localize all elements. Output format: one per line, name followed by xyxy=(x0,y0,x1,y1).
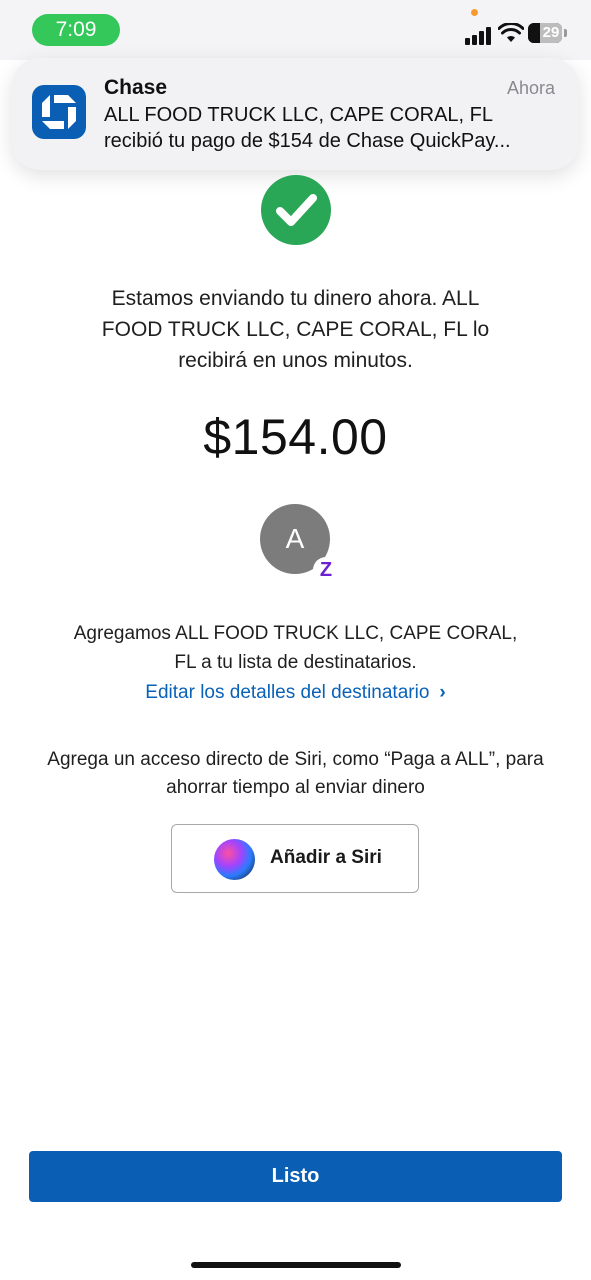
cellular-signal-icon xyxy=(465,25,493,45)
recipient-added-line: Agregamos ALL FOOD TRUCK LLC, CAPE CORAL… xyxy=(73,623,518,644)
status-bar: 7:09 29 xyxy=(0,0,591,60)
push-notification[interactable]: Chase Ahora ALL FOOD TRUCK LLC, CAPE COR… xyxy=(12,58,579,170)
battery-cap xyxy=(564,29,567,37)
siri-shortcut-line: ahorrar tiempo al enviar dinero xyxy=(166,777,425,798)
payment-amount: $154.00 xyxy=(203,409,388,465)
notification-time: Ahora xyxy=(506,78,555,98)
siri-shortcut-line: Agrega un acceso directo de Siri, como “… xyxy=(47,749,544,770)
confirmation-line: FOOD TRUCK LLC, CAPE CORAL, FL lo xyxy=(101,318,490,341)
privacy-indicator-dot xyxy=(471,9,478,16)
edit-recipient-link[interactable]: Editar los detalles del destinatario › xyxy=(0,682,591,704)
confirmation-line: recibirá en unos minutos. xyxy=(178,349,413,372)
notification-app-name: Chase xyxy=(104,76,168,99)
add-to-siri-label: Añadir a Siri xyxy=(270,847,382,868)
wifi-icon xyxy=(498,23,524,42)
siri-shortcut-message: Agrega un acceso directo de Siri, como “… xyxy=(20,746,571,802)
zelle-icon: Z xyxy=(313,557,339,583)
check-circle-icon xyxy=(261,175,331,245)
notification-body: ALL FOOD TRUCK LLC, CAPE CORAL, FL recib… xyxy=(104,102,559,154)
confirmation-message: Estamos enviando tu dinero ahora. ALL FO… xyxy=(60,283,531,376)
chase-logo-icon xyxy=(32,85,86,139)
status-time[interactable]: 7:09 xyxy=(32,14,120,46)
recipient-added-message: Agregamos ALL FOOD TRUCK LLC, CAPE CORAL… xyxy=(50,619,541,677)
add-to-siri-button[interactable]: Añadir a Siri xyxy=(171,824,419,893)
battery-icon: 29 xyxy=(528,23,562,43)
notification-body-line: recibió tu pago de $154 de Chase QuickPa… xyxy=(104,130,511,152)
notification-body-line: ALL FOOD TRUCK LLC, CAPE CORAL, FL xyxy=(104,104,493,126)
confirmation-line: Estamos enviando tu dinero ahora. ALL xyxy=(111,287,480,310)
home-indicator[interactable] xyxy=(191,1262,401,1268)
battery-level: 29 xyxy=(540,23,562,43)
recipient-added-line: FL a tu lista de destinatarios. xyxy=(174,652,417,673)
chevron-right-icon: › xyxy=(439,682,446,703)
done-button[interactable]: Listo xyxy=(29,1151,562,1202)
edit-recipient-label[interactable]: Editar los detalles del destinatario xyxy=(145,682,429,703)
siri-icon xyxy=(214,839,255,880)
